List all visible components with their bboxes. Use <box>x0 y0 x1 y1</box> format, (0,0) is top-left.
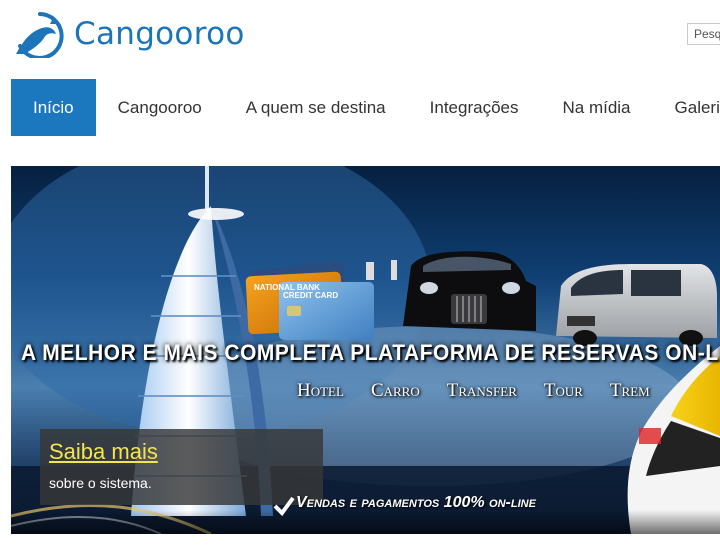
main-nav: Início Cangooroo A quem se destina Integ… <box>11 79 720 136</box>
saiba-mais-box: Saiba mais sobre o sistema. <box>40 429 323 505</box>
service-hotel: Hotel <box>297 380 344 401</box>
checkmark-icon <box>273 496 295 516</box>
saiba-mais-link[interactable]: Saiba mais <box>49 439 158 465</box>
logo-text: Cangooroo <box>74 16 245 52</box>
banner-headline: A MELHOR E MAIS COMPLETA PLATAFORMA DE R… <box>21 340 720 365</box>
banner-tagline: Vendas e pagamentos 100% on-line <box>296 494 536 511</box>
nav-item-integracoes[interactable]: Integrações <box>408 79 541 136</box>
banner-bottom-shade <box>11 510 720 534</box>
nav-item-galeria[interactable]: Galeria <box>653 79 720 136</box>
saiba-mais-subtext: sobre o sistema. <box>49 475 152 491</box>
search-input[interactable]: Pesq <box>687 23 720 45</box>
service-list: Hotel Carro Transfer Tour Trem <box>297 380 677 402</box>
service-transfer: Transfer <box>446 380 517 401</box>
service-trem: Trem <box>609 380 650 401</box>
nav-item-cangooroo[interactable]: Cangooroo <box>96 79 224 136</box>
logo[interactable]: Cangooroo <box>10 10 245 58</box>
nav-item-inicio[interactable]: Início <box>11 79 96 136</box>
service-tour: Tour <box>543 380 583 401</box>
service-carro: Carro <box>370 380 420 401</box>
card-label-text: CREDIT CARD <box>283 291 338 300</box>
nav-item-na-midia[interactable]: Na mídia <box>540 79 652 136</box>
kangaroo-logo-icon <box>16 12 64 58</box>
nav-item-a-quem-se-destina[interactable]: A quem se destina <box>224 79 408 136</box>
hero-banner[interactable]: NATIONAL BANK CREDIT CARD A MELHOR E MAI… <box>11 166 720 534</box>
